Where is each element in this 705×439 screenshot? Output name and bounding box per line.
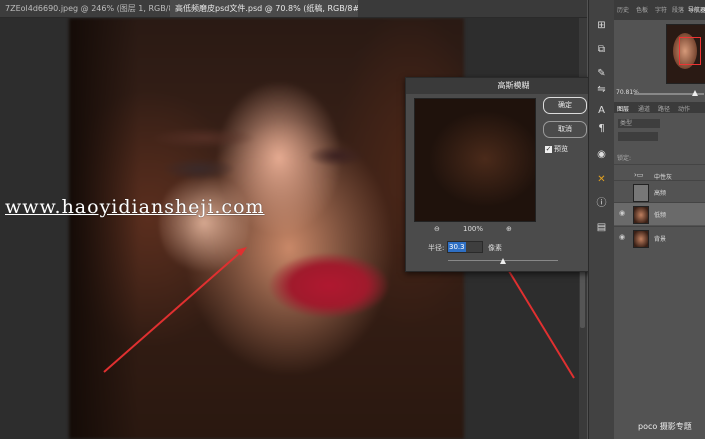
visibility-off-icon[interactable] [619,188,627,194]
tab-navigator[interactable]: 导航器 [688,5,705,14]
layer-row-low-freq[interactable]: ◉ 低频 [614,202,705,225]
radius-unit: 像素 [488,244,502,252]
cancel-button[interactable]: 取消 [543,121,587,138]
radius-label: 半径: [428,244,445,252]
navigator-view-box[interactable] [679,37,701,65]
poco-logo: poco 摄影专题 [638,422,692,431]
lock-row: 锁定: [614,149,705,163]
character-icon[interactable]: A [594,103,609,118]
zoom-in-icon[interactable]: ⊕ [506,225,512,233]
navigator-zoom-slider[interactable] [634,90,704,96]
radius-slider-knob[interactable] [500,258,506,264]
layer-thumbnail [633,230,649,248]
preview-zoom-row: ⊖ 100% ⊕ [414,225,534,235]
tab-history[interactable]: 历史 [617,5,629,14]
blur-preview[interactable] [414,98,536,222]
tab-swatches[interactable]: 色板 [636,5,648,14]
arrow-right [500,257,575,379]
kind-filter[interactable]: 类型 [618,119,660,128]
layer-row-background[interactable]: ◉ 背景 [614,226,705,249]
tab-layers[interactable]: 图层 [617,104,629,113]
layer-name: 低频 [654,212,667,219]
radius-value: 30.3 [448,242,466,252]
tab-actions[interactable]: 动作 [678,104,690,113]
preview-zoom-value: 100% [463,225,484,233]
brush-presets-icon[interactable]: ✎ [594,66,609,81]
panel-tool-strip: ⊞ ⧉ ✎ ⇋ A ¶ ◉ ✕ ⓘ ▤ [588,0,615,439]
adjust-icon[interactable]: ⇋ [594,82,609,97]
radius-input[interactable]: 30.3 [447,241,483,253]
info-icon[interactable]: ⓘ [594,196,609,211]
color-wheel-icon[interactable]: ◉ [594,147,609,162]
lock-label: 锁定: [617,155,632,162]
right-panel: 历史 色板 字符 段落 导航器 70.81% 图层 通道 路径 动作 类型 锁定… [614,0,705,439]
navigator-tabs: 历史 色板 字符 段落 导航器 [614,0,705,20]
eye-icon[interactable]: ◉ [619,234,627,241]
layer-name: 高频 [654,190,667,197]
ok-button[interactable]: 确定 [543,97,587,114]
tools-icon[interactable]: ✕ [594,172,609,187]
tab-channels[interactable]: 通道 [638,104,650,113]
history-icon[interactable]: ⊞ [594,18,609,33]
blend-mode-select[interactable] [618,132,658,141]
layers-tabs: 图层 通道 路径 动作 [614,102,705,113]
zoom-out-icon[interactable]: ⊖ [434,225,440,233]
eye-icon[interactable]: ◉ [619,210,627,217]
preview-checkbox[interactable]: ✓ 预览 [545,144,568,154]
checkbox-icon[interactable]: ✓ [545,145,552,153]
layer-name: 背景 [654,236,667,243]
tab-paths[interactable]: 路径 [658,104,670,113]
layer-thumbnail [633,184,649,202]
folder-icon: ›▭ [634,171,644,179]
visibility-off-icon[interactable] [619,172,627,178]
arrow-left [103,249,244,373]
layer-row-high-freq[interactable]: 高频 [614,180,705,203]
navigator-thumbnail[interactable] [666,24,705,84]
tab-character[interactable]: 字符 [655,5,667,14]
radius-slider[interactable] [448,258,558,264]
layer-filter-row: 类型 [614,116,705,146]
properties-icon[interactable]: ▤ [594,220,609,235]
paragraph-icon[interactable]: ¶ [594,121,609,136]
tab-paragraph[interactable]: 段落 [672,5,684,14]
clone-icon[interactable]: ⧉ [594,42,609,57]
layer-thumbnail [633,206,649,224]
preview-label: 预览 [554,145,568,153]
